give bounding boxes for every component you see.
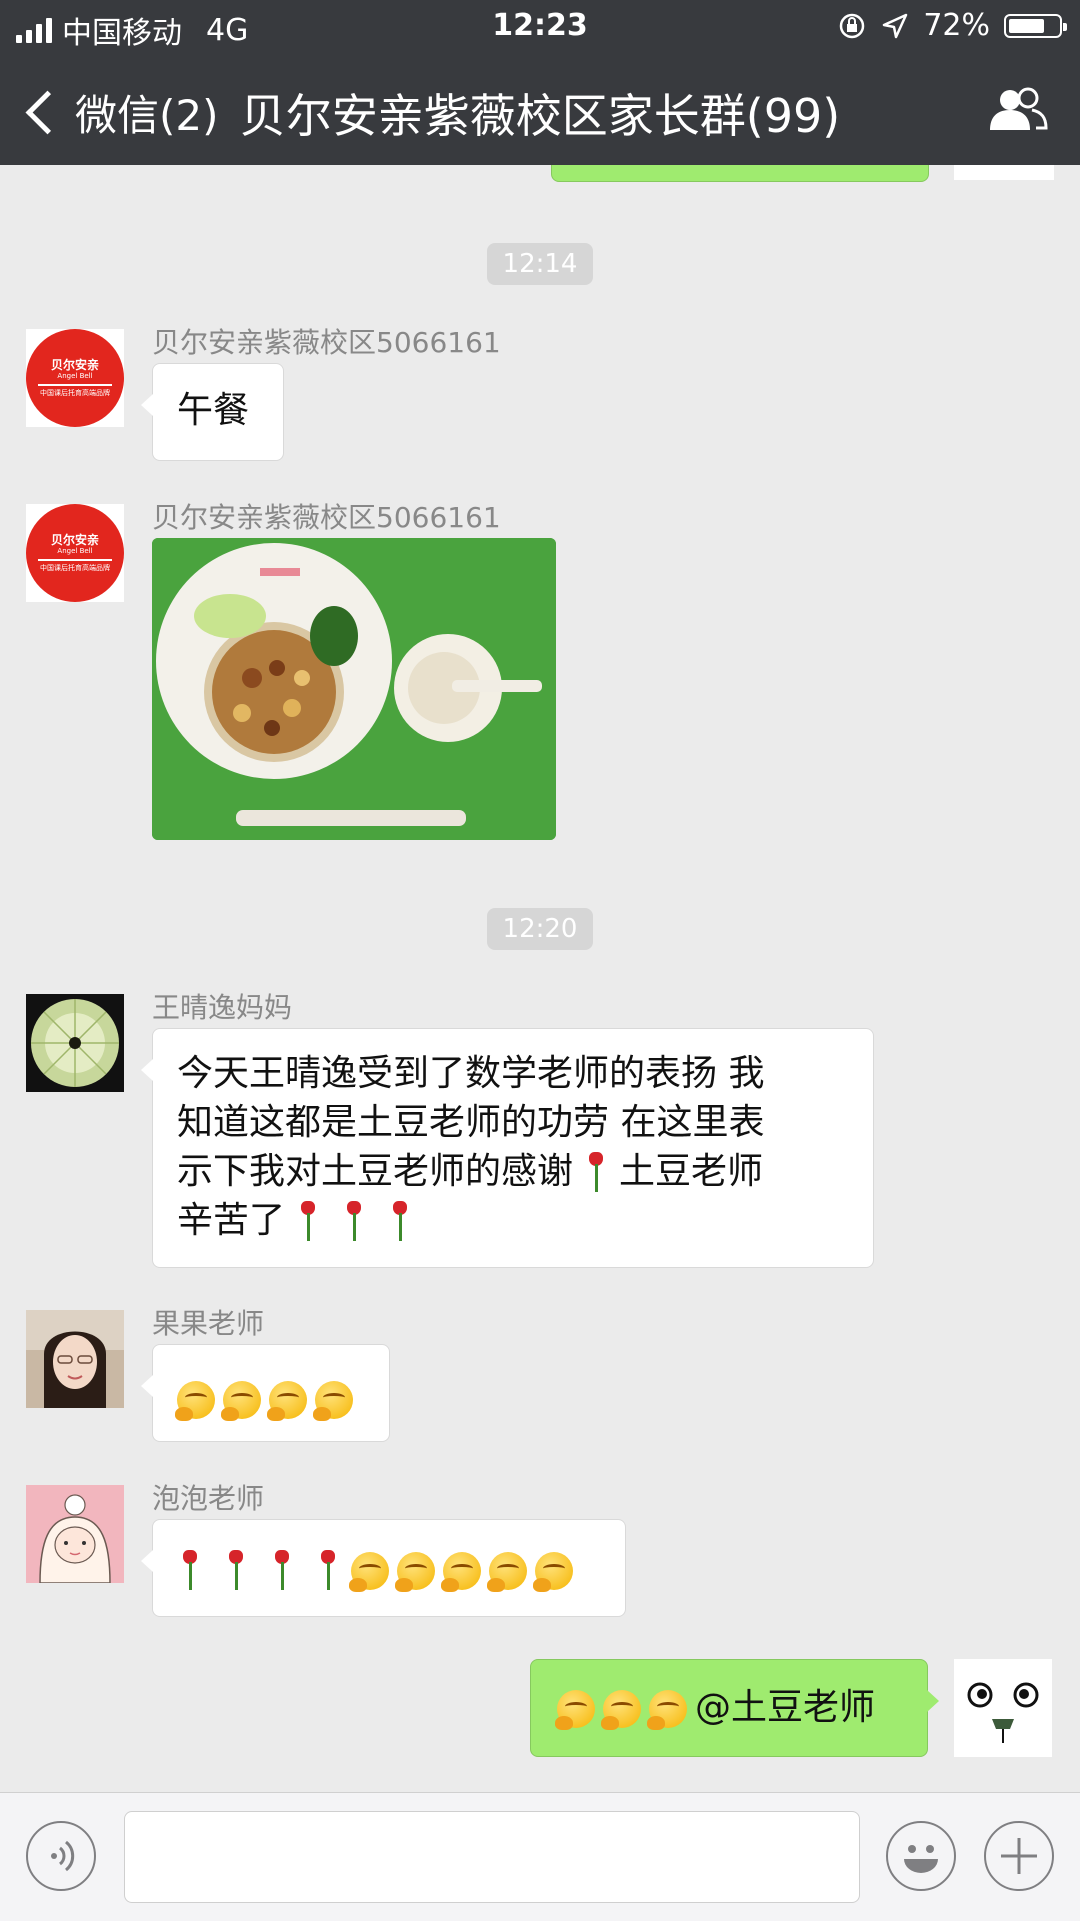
emoji-icon — [904, 1845, 938, 1873]
message-bubble[interactable] — [141, 1344, 390, 1442]
sender-name: 王晴逸妈妈 — [152, 991, 293, 1024]
rose-emoji — [297, 1201, 319, 1243]
rose-emoji — [317, 1550, 339, 1592]
hug-emoji — [175, 1381, 215, 1421]
hug-emoji — [395, 1552, 435, 1592]
rose-emoji — [179, 1550, 201, 1592]
avatar[interactable] — [26, 1310, 124, 1408]
sender-name: 果果老师 — [152, 1307, 265, 1340]
input-bar — [0, 1792, 1080, 1921]
hug-emoji — [349, 1552, 389, 1592]
rose-emoji — [585, 1152, 607, 1194]
sender-name: 泡泡老师 — [152, 1482, 265, 1515]
hug-emoji — [555, 1690, 595, 1730]
lunch-photo[interactable] — [152, 538, 556, 840]
rose-emoji — [343, 1201, 365, 1243]
hug-emoji — [267, 1381, 307, 1421]
battery-icon — [1004, 13, 1067, 38]
location-icon — [883, 13, 908, 38]
avatar[interactable] — [26, 1485, 124, 1583]
hug-emoji — [601, 1690, 641, 1730]
sender-name: 贝尔安亲紫薇校区5066161 — [152, 501, 501, 534]
nav-bar: 微信(2) 贝尔安亲紫薇校区家长群(99) — [0, 52, 1080, 165]
chat-title: 贝尔安亲紫薇校区家长群(99) — [239, 89, 841, 143]
hug-emoji — [487, 1552, 527, 1592]
voice-button[interactable] — [26, 1821, 96, 1891]
hug-emoji — [221, 1381, 261, 1421]
timestamp: 12:14 — [0, 243, 1080, 285]
plus-icon — [1001, 1838, 1037, 1874]
hug-emoji — [313, 1381, 353, 1421]
status-bar: 中国移动 4G 12:23 72% — [0, 0, 1080, 52]
avatar[interactable]: 贝尔安亲 Angel Bell 中国课后托育高端品牌 — [26, 504, 124, 602]
hug-emoji — [647, 1690, 687, 1730]
my-message-item: @土豆老师 — [0, 1659, 1080, 1759]
message-input[interactable] — [124, 1811, 860, 1903]
hug-emoji — [533, 1552, 573, 1592]
top-bar: 中国移动 4G 12:23 72% 微信(2) 贝尔安亲紫薇校区家长群(99) — [0, 0, 1080, 165]
emoji-button[interactable] — [886, 1821, 956, 1891]
clock: 12:23 — [492, 8, 588, 43]
rose-emoji — [225, 1550, 247, 1592]
hug-emoji — [441, 1552, 481, 1592]
battery-percent: 72% — [923, 8, 990, 43]
sender-name: 贝尔安亲紫薇校区5066161 — [152, 326, 501, 359]
my-avatar[interactable] — [954, 1659, 1052, 1757]
rotation-lock-icon — [840, 13, 865, 38]
message-bubble[interactable]: 今天王晴逸受到了数学老师的表扬 我 知道这都是土豆老师的功劳 在这里表 示下我对… — [141, 1028, 874, 1268]
rose-emoji — [389, 1201, 411, 1243]
avatar[interactable] — [26, 994, 124, 1092]
message-bubble[interactable] — [141, 1519, 626, 1617]
group-members-icon[interactable] — [988, 86, 1048, 134]
more-button[interactable] — [984, 1821, 1054, 1891]
message-bubble[interactable]: 午餐 — [141, 363, 284, 461]
voice-icon — [51, 1840, 75, 1872]
timestamp: 12:20 — [0, 908, 1080, 950]
rose-emoji — [271, 1550, 293, 1592]
avatar[interactable]: 贝尔安亲 Angel Bell 中国课后托育高端品牌 — [26, 329, 124, 427]
my-message-bubble[interactable]: @土豆老师 — [530, 1659, 939, 1757]
